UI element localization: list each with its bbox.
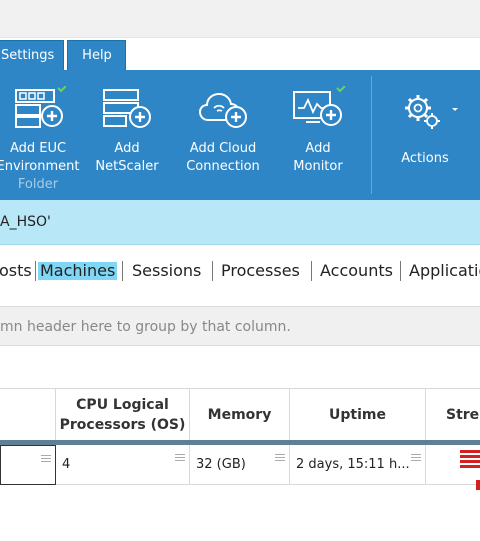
column-header-memory[interactable]: Memory bbox=[190, 388, 290, 440]
add-cloud-label-2: Connection bbox=[186, 159, 260, 174]
column-header-uptime[interactable]: Uptime bbox=[290, 388, 426, 440]
actions-label: Actions bbox=[401, 151, 449, 166]
tab-accounts[interactable]: Accounts bbox=[320, 262, 393, 280]
column-header-stress[interactable]: Stre bbox=[426, 388, 480, 440]
column-header-uptime-label: Uptime bbox=[329, 406, 386, 423]
cell-menu-icon[interactable] bbox=[41, 455, 51, 464]
cell-menu-icon[interactable] bbox=[275, 454, 285, 463]
group-by-bar[interactable]: mn header here to group by that column. bbox=[0, 306, 480, 346]
view-tabs: osts Machines Sessions Processes Account… bbox=[0, 245, 480, 303]
stress-indicator bbox=[476, 480, 480, 490]
add-monitor-label-1: Add bbox=[305, 141, 331, 156]
tab-separator bbox=[212, 261, 213, 281]
tab-hosts[interactable]: osts bbox=[0, 262, 32, 280]
ribbon: Add EUC Environment Folder Add NetScaler… bbox=[0, 70, 480, 200]
tab-separator bbox=[35, 261, 36, 281]
column-header-cpu[interactable]: CPU Logical Processors (OS) bbox=[56, 388, 190, 440]
tab-separator bbox=[122, 261, 123, 281]
add-euc-label-2: Environment bbox=[0, 159, 80, 174]
add-cloud-label-1: Add Cloud bbox=[189, 141, 257, 156]
cell-cpu-value: 4 bbox=[62, 457, 71, 472]
tab-separator bbox=[400, 261, 401, 281]
cell-name[interactable] bbox=[0, 445, 56, 485]
tab-settings[interactable]: Settings bbox=[0, 40, 64, 70]
column-header-cpu-label: CPU Logical Processors (OS) bbox=[59, 396, 186, 433]
breadcrumb: A_HSO' bbox=[0, 200, 480, 245]
column-header-stress-label: Stre bbox=[446, 406, 480, 423]
cell-cpu[interactable]: 4 bbox=[56, 445, 190, 485]
actions-gear-icon bbox=[405, 95, 458, 129]
add-euc-label-3: Folder bbox=[17, 177, 59, 192]
tab-sessions[interactable]: Sessions bbox=[132, 262, 201, 280]
column-header-memory-label: Memory bbox=[207, 406, 272, 423]
tab-separator bbox=[311, 261, 312, 281]
column-header-name[interactable] bbox=[0, 388, 56, 440]
add-euc-label-1: Add EUC bbox=[9, 141, 67, 156]
ribbon-separator bbox=[371, 76, 372, 194]
cell-uptime-value: 2 days, 15:11 h... bbox=[296, 457, 410, 472]
tab-applications[interactable]: Applicatio bbox=[409, 262, 480, 280]
cell-menu-icon[interactable] bbox=[175, 454, 185, 463]
add-netscaler-label-1: Add bbox=[114, 141, 140, 156]
tab-help-label: Help bbox=[82, 48, 112, 63]
cell-memory[interactable]: 32 (GB) bbox=[190, 445, 290, 485]
tab-settings-label: Settings bbox=[1, 48, 55, 63]
cell-menu-icon[interactable] bbox=[411, 454, 421, 463]
add-netscaler-icon bbox=[103, 89, 151, 128]
cell-memory-value: 32 (GB) bbox=[196, 457, 246, 472]
title-strip bbox=[0, 0, 480, 38]
tab-machines[interactable]: Machines bbox=[38, 262, 118, 280]
cell-uptime[interactable]: 2 days, 15:11 h... bbox=[290, 445, 426, 485]
tab-help[interactable]: Help bbox=[67, 40, 126, 70]
group-by-hint: mn header here to group by that column. bbox=[0, 319, 291, 335]
add-euc-environment-icon bbox=[15, 86, 66, 128]
tab-processes[interactable]: Processes bbox=[221, 262, 300, 280]
stress-level-bars bbox=[460, 450, 480, 470]
add-monitor-icon bbox=[293, 86, 346, 126]
add-netscaler-label-2: NetScaler bbox=[95, 159, 159, 174]
breadcrumb-text: A_HSO' bbox=[0, 214, 51, 230]
add-monitor-label-2: Monitor bbox=[293, 159, 343, 174]
add-cloud-connection-icon bbox=[198, 92, 247, 128]
